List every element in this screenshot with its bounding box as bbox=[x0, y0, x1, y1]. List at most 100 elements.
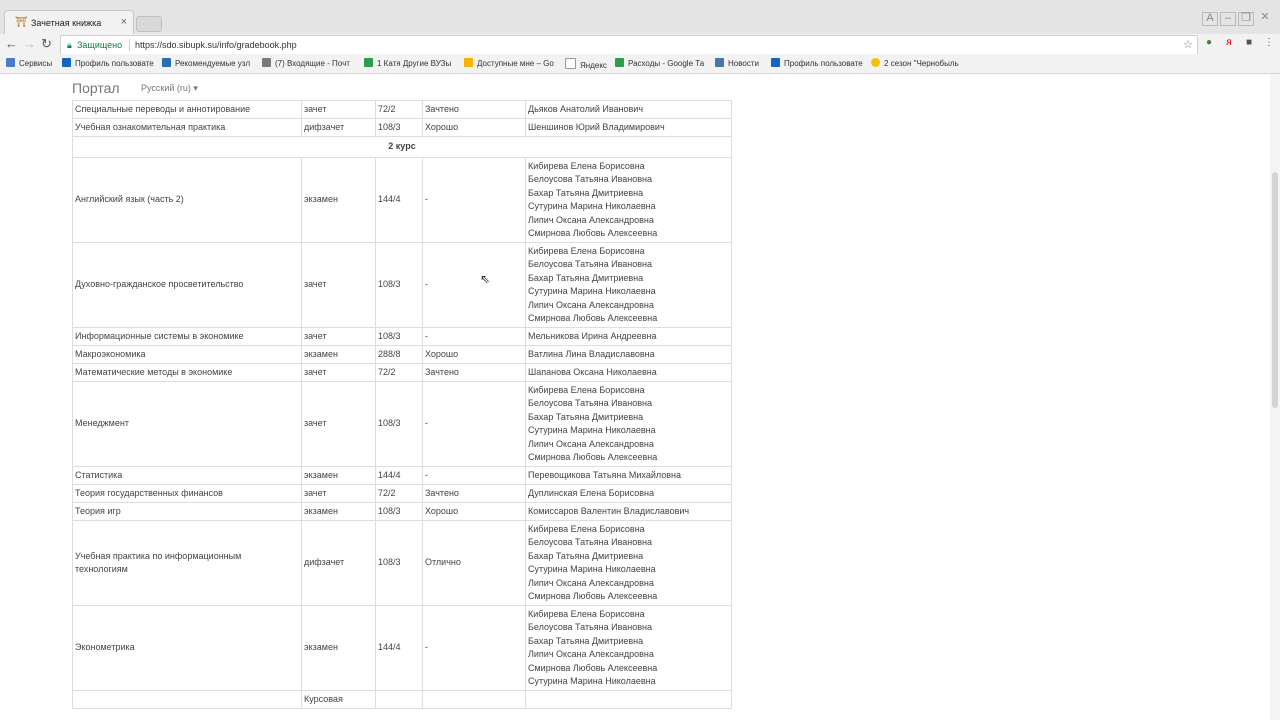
grade-cell: Зачтено bbox=[422, 484, 526, 503]
control-type-cell: зачет bbox=[301, 100, 376, 119]
table-row: Эконометрика экзамен 144/4- Кибирева Елена … bbox=[72, 605, 732, 691]
teacher-cell: Кибирева Елена Борисовна Белоусова Татья… bbox=[525, 381, 732, 467]
subject-cell: Учебная ознакомительная практика bbox=[72, 118, 302, 137]
table-row: Духовно-гражданское просветительство заче… bbox=[72, 242, 732, 328]
control-type-cell: зачет bbox=[301, 327, 376, 346]
subject-cell: Духовно-гражданское просветительство bbox=[72, 242, 302, 328]
forward-icon[interactable]: → bbox=[23, 36, 36, 51]
bookmarks-bar: Сервисы Профиль пользовате Рекомендуемые… bbox=[0, 54, 1280, 74]
table-row: Учебная практика по информационным техно… bbox=[72, 520, 732, 606]
vk-icon bbox=[715, 58, 724, 67]
bookmark-profile-1[interactable]: Профиль пользовате bbox=[62, 58, 154, 68]
scrollbar-thumb[interactable] bbox=[1272, 172, 1278, 408]
restore-icon[interactable]: ❐ bbox=[1238, 12, 1254, 26]
teacher-cell: Ватлина Лина Владиславовна bbox=[525, 345, 732, 364]
bookmark-inbox[interactable]: (7) Входящие - Почт bbox=[262, 58, 354, 68]
grade-cell: - bbox=[422, 381, 526, 467]
recommended-icon bbox=[162, 58, 171, 67]
hours-cell: 108/3 bbox=[375, 118, 423, 137]
reload-icon[interactable]: ↻ bbox=[41, 36, 52, 52]
grade-cell: Отлично bbox=[422, 520, 526, 606]
bookmark-services[interactable]: Сервисы bbox=[6, 58, 52, 68]
language-selector[interactable]: Русский (ru) ▾ bbox=[141, 83, 198, 94]
mouse-cursor-icon: ⇖ bbox=[480, 272, 491, 286]
grade-cell: Хорошо bbox=[422, 345, 526, 364]
table-row: Теория государственных финансов зачет 72/2… bbox=[72, 484, 732, 503]
scrollbar[interactable] bbox=[1270, 74, 1280, 720]
hours-cell: 144/4 bbox=[375, 605, 423, 691]
new-tab-button[interactable] bbox=[136, 16, 162, 32]
year-header-row: 2 курс bbox=[72, 136, 732, 158]
grade-cell: - bbox=[422, 605, 526, 691]
sheets-icon bbox=[364, 58, 373, 67]
teacher-cell: Дуплинская Елена Борисовна bbox=[525, 484, 732, 503]
grade-cell: - bbox=[422, 466, 526, 485]
table-row: Информационные системы в экономике зачет 1… bbox=[72, 327, 732, 346]
control-type-cell: дифзачет bbox=[301, 118, 376, 137]
teacher-cell: Комиссаров Валентин Владиславович bbox=[525, 502, 732, 521]
hours-cell: 72/2 bbox=[375, 363, 423, 382]
minimize-icon[interactable]: – bbox=[1220, 12, 1236, 26]
play-icon bbox=[871, 58, 880, 67]
bookmark-katya[interactable]: 1 Катя Другие ВУЗы bbox=[364, 58, 454, 68]
menu-icon[interactable]: ⋮ bbox=[1262, 37, 1276, 48]
bookmark-recommended[interactable]: Рекомендуемые узл bbox=[162, 58, 254, 68]
table-row: Теория игр экзамен 108/3 Хорошо Комиссаров В… bbox=[72, 502, 732, 521]
subject-cell: Математические методы в экономике bbox=[72, 363, 302, 382]
hours-cell: 108/3 bbox=[375, 242, 423, 328]
bookmark-news[interactable]: Новости bbox=[715, 58, 759, 68]
teacher-cell: Кибирева Елена Борисовна Белоусова Татья… bbox=[525, 520, 732, 606]
url-text: https://sdo.sibupk.su/info/gradebook.php bbox=[135, 40, 297, 50]
table-row: Курсовая bbox=[72, 690, 732, 709]
control-type-cell: экзамен bbox=[301, 345, 376, 364]
window-close-icon[interactable]: ✕ bbox=[1258, 12, 1272, 24]
browser-tab[interactable]: ⛩ Зачетная книжка × bbox=[4, 10, 134, 35]
lock-icon: 🔒︎ bbox=[67, 40, 72, 50]
tab-title: Зачетная книжка bbox=[31, 18, 102, 28]
teacher-cell: Кибирева Елена Борисовна Белоусова Татья… bbox=[525, 605, 732, 691]
separator bbox=[129, 39, 130, 51]
bookmark-profile-2[interactable]: Профиль пользовате bbox=[771, 58, 863, 68]
subject-cell: Информационные системы в экономике bbox=[72, 327, 302, 346]
mail-icon bbox=[262, 58, 271, 67]
extension-icon-gray[interactable]: ■ bbox=[1242, 37, 1256, 48]
grade-cell: Зачтено bbox=[422, 100, 526, 119]
subject-cell: Менеджмент bbox=[72, 381, 302, 467]
profile-page-icon bbox=[62, 58, 71, 67]
bookmark-star-icon[interactable]: ☆ bbox=[1183, 36, 1193, 54]
grade-cell: Зачтено bbox=[422, 363, 526, 382]
profile-icon[interactable]: A bbox=[1202, 12, 1218, 26]
sheets-icon bbox=[615, 58, 624, 67]
table-row: Математические методы в экономике зачет 72… bbox=[72, 363, 732, 382]
portal-header: Портал Русский (ru) ▾ bbox=[0, 74, 1280, 102]
control-type-cell: дифзачет bbox=[301, 520, 376, 606]
portal-brand[interactable]: Портал bbox=[72, 80, 120, 96]
control-type-cell: зачет bbox=[301, 363, 376, 382]
yandex-extension-icon[interactable]: я bbox=[1222, 37, 1236, 48]
teacher-cell: Шапанова Оксана Николаевна bbox=[525, 363, 732, 382]
page-icon bbox=[565, 58, 576, 69]
address-input[interactable]: 🔒︎ Защищено https://sdo.sibupk.su/info/g… bbox=[60, 35, 1198, 55]
hours-cell: 72/2 bbox=[375, 484, 423, 503]
teacher-cell: Шеншинов Юрий Владимирович bbox=[525, 118, 732, 137]
subject-cell: Специальные переводы и аннотирование bbox=[72, 100, 302, 119]
hours-cell bbox=[375, 690, 423, 709]
hours-cell: 108/3 bbox=[375, 327, 423, 346]
grade-cell bbox=[422, 690, 526, 709]
bookmark-yandex[interactable]: Яндекс bbox=[565, 58, 607, 70]
control-type-cell: зачет bbox=[301, 381, 376, 467]
bookmark-expenses[interactable]: Расходы - Google Та bbox=[615, 58, 707, 68]
control-type-cell: экзамен bbox=[301, 605, 376, 691]
back-icon[interactable]: ← bbox=[5, 36, 18, 51]
close-tab-icon[interactable]: × bbox=[121, 16, 127, 28]
control-type-cell: экзамен bbox=[301, 502, 376, 521]
table-row: Специальные переводы и аннотирование заче… bbox=[72, 100, 732, 119]
bookmark-drive[interactable]: Доступные мне – Go bbox=[464, 58, 556, 68]
subject-cell: Эконометрика bbox=[72, 605, 302, 691]
apps-icon bbox=[6, 58, 15, 67]
bookmark-chernobyl[interactable]: 2 сезон "Чернобыль bbox=[871, 58, 965, 68]
extension-icon-green[interactable]: ● bbox=[1202, 37, 1216, 48]
drive-icon bbox=[464, 58, 473, 67]
teacher-cell bbox=[525, 690, 732, 709]
subject-cell: Теория государственных финансов bbox=[72, 484, 302, 503]
